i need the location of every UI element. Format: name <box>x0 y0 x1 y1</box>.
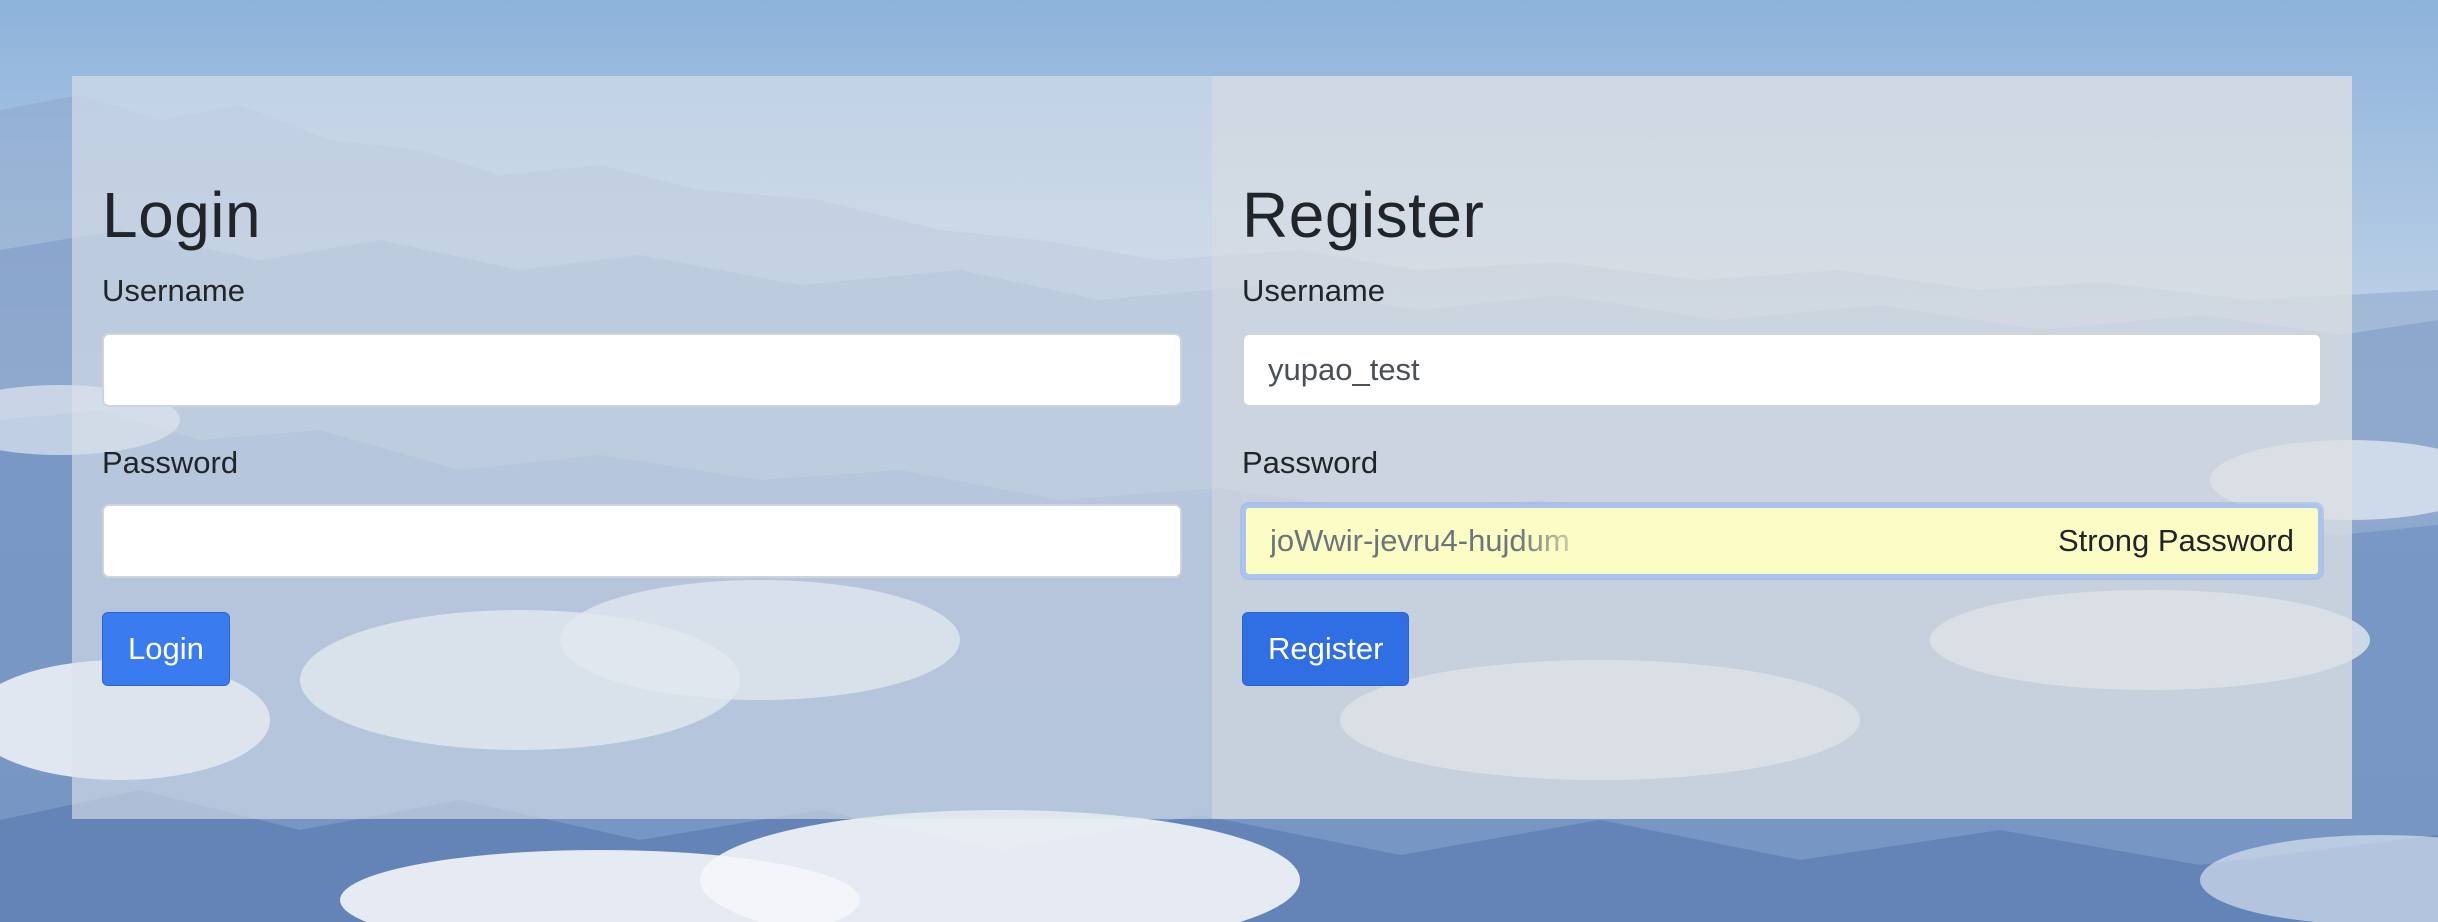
register-username-input[interactable]: yupao_test <box>1242 333 2322 407</box>
register-password-label: Password <box>1242 445 1379 480</box>
register-username-label: Username <box>1242 273 1385 308</box>
register-password-input[interactable]: joWwir-jevru4-hujdum Strong Password <box>1242 504 2322 578</box>
login-password-label: Password <box>102 445 239 480</box>
login-username-input[interactable] <box>102 333 1182 407</box>
login-username-label: Username <box>102 273 245 308</box>
login-button[interactable]: Login <box>102 612 230 686</box>
register-button[interactable]: Register <box>1242 612 1410 686</box>
login-title: Login <box>102 179 262 251</box>
register-username-value: yupao_test <box>1268 352 1420 387</box>
login-password-input[interactable] <box>102 504 1182 578</box>
register-password-value: joWwir-jevru4-hujdum <box>1270 523 1570 558</box>
register-section: Register Username yupao_test Password jo… <box>1212 76 2352 819</box>
auth-panel: Login Username Password Login Register U… <box>72 76 2352 819</box>
register-title: Register <box>1242 179 1485 251</box>
strong-password-hint[interactable]: Strong Password <box>2058 523 2294 559</box>
login-section: Login Username Password Login <box>72 76 1212 819</box>
